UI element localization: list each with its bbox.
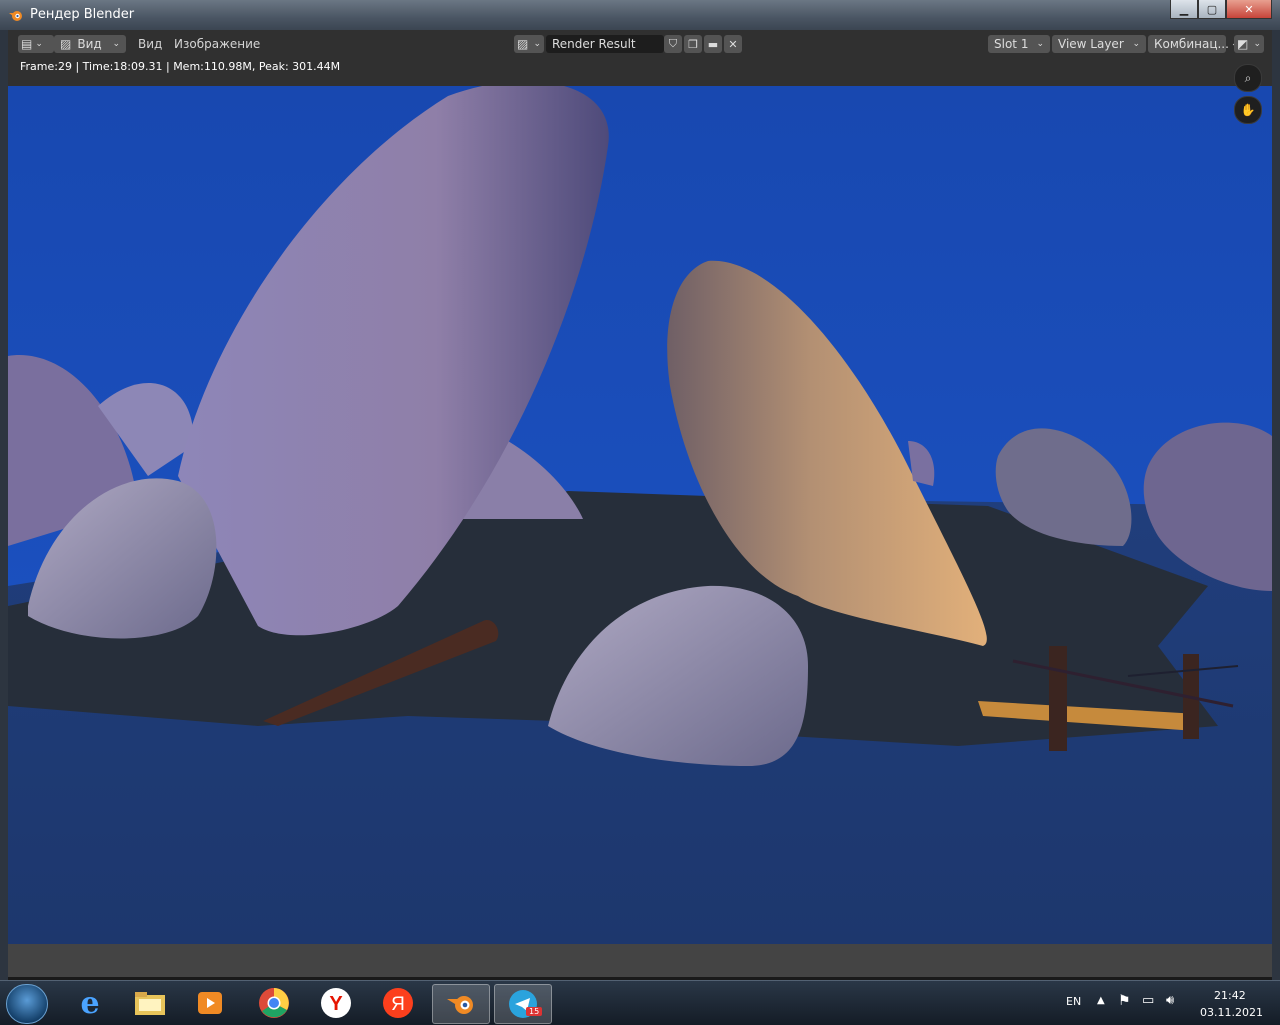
svg-text:Y: Y: [329, 993, 343, 1015]
telegram-unread-badge: 15: [526, 1007, 543, 1016]
chevron-down-icon: ⌄: [1253, 39, 1261, 49]
window-frame-left: [0, 30, 8, 980]
zoom-icon[interactable]: ⌕: [1234, 64, 1262, 92]
yandex-browser-icon[interactable]: Y: [308, 984, 364, 1022]
chrome-icon[interactable]: [246, 984, 302, 1022]
chevron-down-icon: ⌄: [112, 39, 120, 49]
pan-hand-icon[interactable]: ✋: [1234, 96, 1262, 124]
view-mode-label: Вид: [77, 37, 102, 51]
media-player-icon[interactable]: [182, 984, 238, 1022]
render-stats-text: Frame:29 | Time:18:09.31 | Mem:110.98M, …: [20, 60, 341, 73]
editor-type-button[interactable]: ▤ ⌄: [18, 35, 54, 53]
display-channels-button[interactable]: ◩ ⌄: [1234, 35, 1264, 53]
clock-time[interactable]: 21:42: [1214, 989, 1246, 1002]
blender-taskbar-icon[interactable]: [432, 984, 490, 1024]
image-icon: ▨: [60, 37, 72, 51]
volume-icon[interactable]: 🔊︎: [1166, 993, 1174, 1008]
render-info-bar: Frame:29 | Time:18:09.31 | Mem:110.98M, …: [8, 58, 1272, 86]
render-result-image[interactable]: [8, 86, 1272, 944]
view-layer-label: View Layer: [1058, 37, 1124, 51]
editor-bottom-strip: [8, 944, 1272, 977]
close-icon[interactable]: ✕: [724, 35, 742, 53]
menu-view[interactable]: Вид: [138, 37, 162, 51]
slot-label: Slot 1: [994, 37, 1029, 51]
svg-text:Я: Я: [391, 994, 405, 1015]
internet-explorer-icon[interactable]: e: [62, 984, 118, 1022]
action-center-flag-icon[interactable]: ⚑: [1118, 993, 1131, 1009]
render-pass-dropdown[interactable]: Комбинац... ⌄: [1148, 35, 1238, 53]
telegram-icon[interactable]: [494, 984, 552, 1024]
slot-dropdown[interactable]: Slot 1 ⌄: [988, 35, 1050, 53]
clock-date[interactable]: 03.11.2021: [1200, 1006, 1263, 1019]
blender-app-icon: [9, 11, 22, 21]
maximize-button[interactable]: ▢: [1198, 0, 1226, 19]
chevron-down-icon: ⌄: [1132, 39, 1140, 49]
view-layer-dropdown[interactable]: View Layer ⌄: [1052, 35, 1146, 53]
chevron-down-icon: ⌄: [35, 39, 43, 49]
window-title: Рендер Blender: [30, 7, 135, 22]
language-indicator[interactable]: EN: [1066, 995, 1081, 1008]
duplicate-icon[interactable]: ❐: [684, 35, 702, 53]
color-alpha-icon: ◩: [1237, 37, 1249, 51]
window-frame-right: [1272, 30, 1280, 980]
chevron-down-icon: ⌄: [1036, 39, 1044, 49]
menu-image[interactable]: Изображение: [174, 37, 260, 51]
start-button[interactable]: [6, 984, 48, 1024]
chevron-down-icon: ⌄: [533, 39, 541, 49]
network-icon[interactable]: ▭: [1142, 993, 1154, 1008]
file-explorer-icon[interactable]: [122, 984, 178, 1022]
view-mode-dropdown[interactable]: ▨ Вид ⌄: [54, 35, 126, 53]
shield-icon[interactable]: ⛉: [664, 35, 682, 53]
image-editor-icon: ▤: [21, 37, 33, 51]
render-pass-label: Комбинац...: [1154, 37, 1229, 51]
taskbar: e Y Я EN ▲ ⚑ ▭ 🔊︎ 21:42 03.11.2021: [0, 980, 1280, 1025]
minimize-button[interactable]: ▁: [1170, 0, 1198, 19]
close-window-button[interactable]: ✕: [1226, 0, 1272, 19]
tray-expand-icon[interactable]: ▲: [1097, 995, 1105, 1006]
image-browse-button[interactable]: ▨ ⌄: [514, 35, 544, 53]
yandex-icon[interactable]: Я: [370, 984, 426, 1022]
image-editor-header: ▤ ⌄ ▨ Вид ⌄ Вид Изображение ▨ ⌄ Render Res…: [8, 30, 1272, 58]
window-titlebar[interactable]: Рендер Blender ▁ ▢ ✕: [0, 0, 1280, 31]
folder-icon[interactable]: ▬: [704, 35, 722, 53]
image-name-field[interactable]: Render Result: [546, 35, 664, 53]
image-icon: ▨: [517, 37, 529, 51]
dock-post-left: [1049, 646, 1067, 751]
